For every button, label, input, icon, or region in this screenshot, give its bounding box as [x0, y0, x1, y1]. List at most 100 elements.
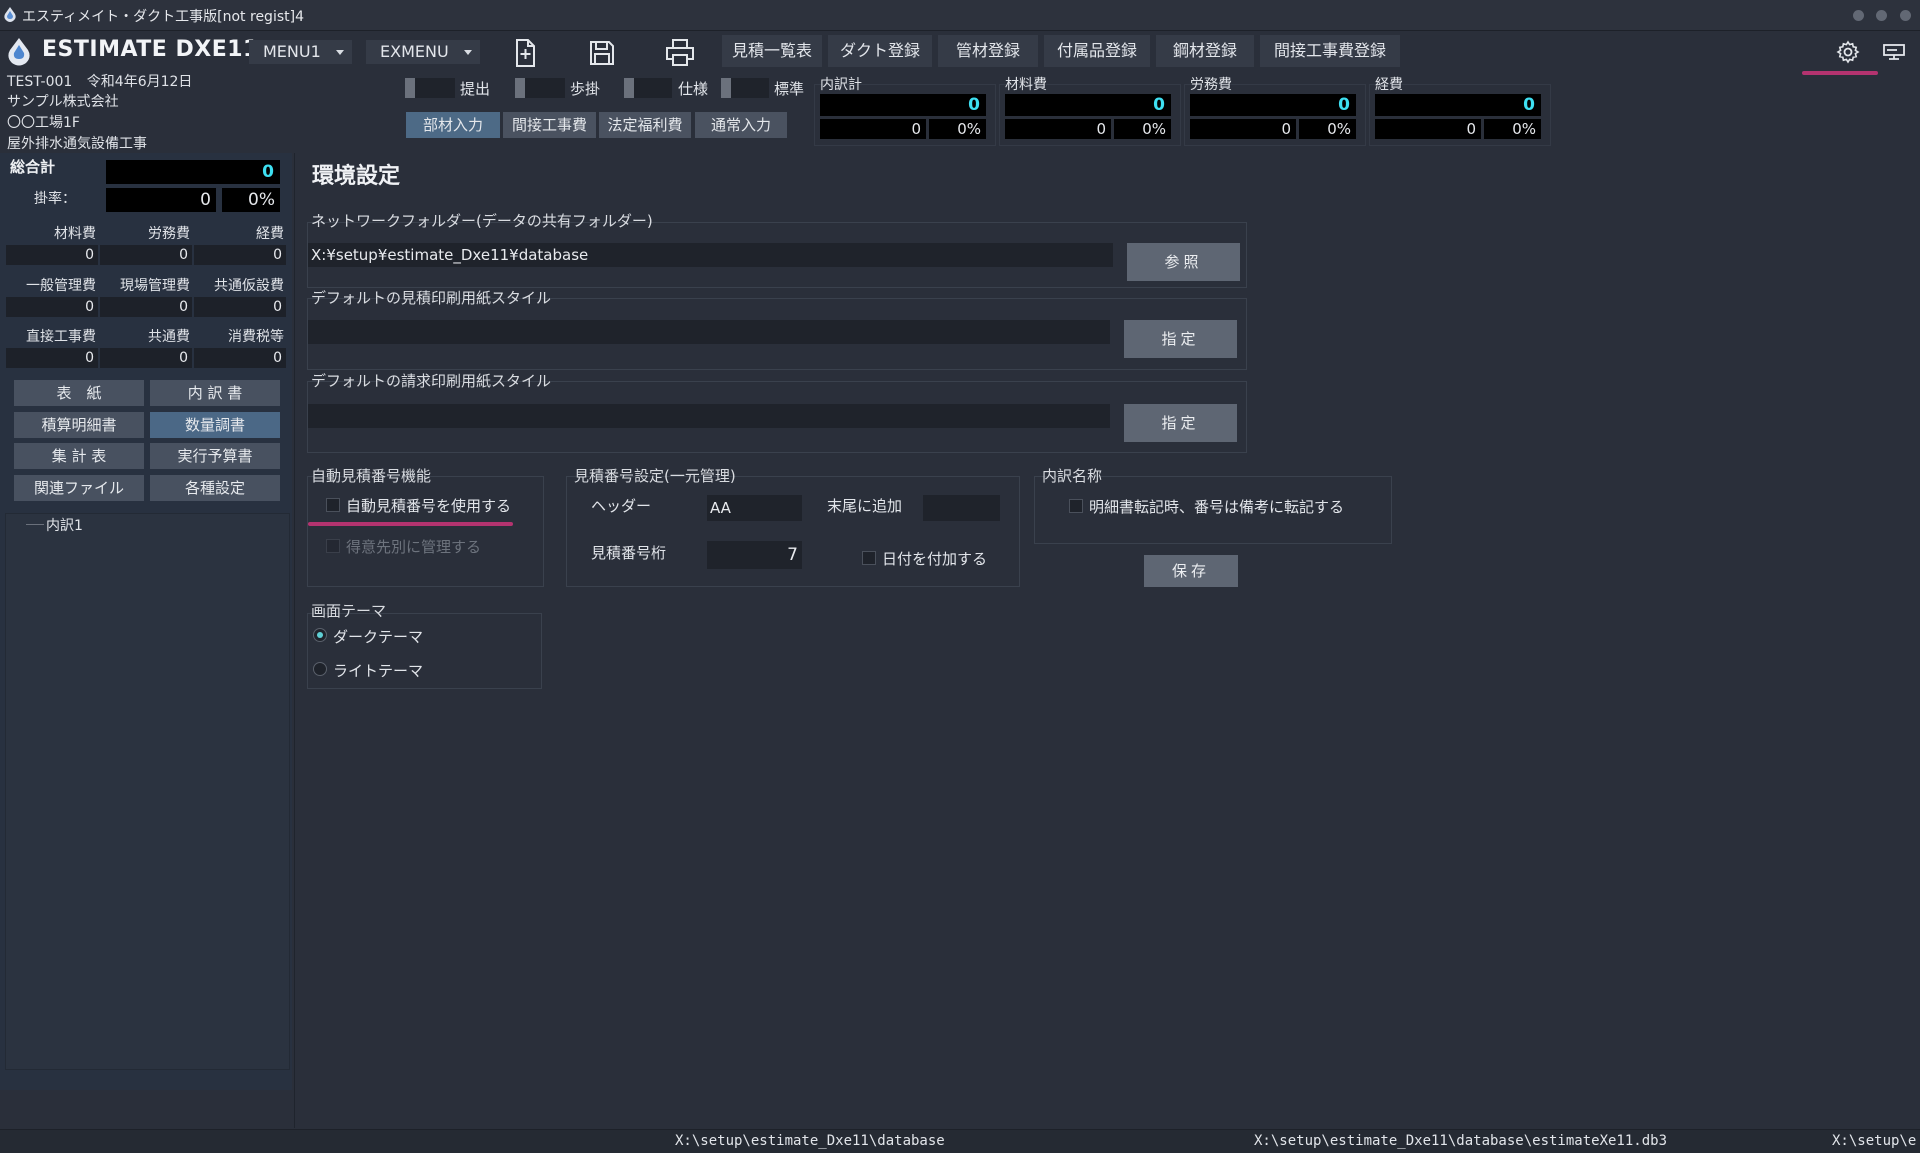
calc-detail-button[interactable]: 積算明細書 — [14, 412, 144, 438]
active-tab-underline — [1802, 71, 1878, 75]
project-code-value: TEST-001 — [7, 74, 73, 90]
grand-total-label: 総合計 — [10, 158, 56, 176]
window-title: エスティメイト・ダクト工事版[not regist]4 — [22, 9, 304, 25]
stat-pct: 0% — [1114, 119, 1171, 139]
transfer-checkbox[interactable] — [1069, 499, 1083, 513]
menu1-dropdown[interactable]: MENU1 — [249, 40, 352, 64]
stat-main-value: 0 — [1190, 94, 1356, 116]
digits-label: 見積番号桁 — [591, 544, 667, 562]
summary-label: 労務費 — [148, 226, 190, 242]
cover-button[interactable]: 表 紙 — [14, 380, 144, 406]
summary-label: 直接工事費 — [26, 329, 96, 345]
print-icon[interactable] — [663, 36, 697, 70]
light-theme-radio[interactable] — [313, 662, 327, 676]
project-date: 令和4年6月12日 — [86, 74, 193, 90]
mode-normal-input[interactable]: 通常入力 — [695, 112, 787, 138]
summary-label: 現場管理費 — [120, 278, 190, 294]
summary-value: 0 — [194, 297, 286, 317]
estimate-style-button[interactable]: 指定 — [1124, 320, 1237, 358]
estimate-list-button[interactable]: 見積一覧表 — [722, 35, 822, 67]
summary-table-button[interactable]: 集 計 表 — [14, 443, 144, 469]
auto-number-group — [307, 476, 544, 587]
dark-theme-radio[interactable] — [313, 628, 327, 642]
duct-register-button[interactable]: ダクト登録 — [828, 35, 932, 67]
summary-value: 0 — [100, 245, 192, 265]
per-client-checkbox[interactable] — [326, 539, 340, 553]
estimate-style-field[interactable] — [308, 320, 1110, 344]
chevron-down-icon — [464, 50, 472, 55]
add-date-checkbox[interactable] — [862, 551, 876, 565]
rate-pct: 0% — [222, 188, 280, 212]
status-path-extra: X:\setup\e — [1832, 1133, 1917, 1149]
minimize-button[interactable] — [1853, 10, 1864, 21]
summary-label: 共通費 — [148, 329, 190, 345]
menu1-label: MENU1 — [263, 42, 321, 61]
stat-sub-value: 0 — [1005, 119, 1111, 139]
mode-parts-input[interactable]: 部材入力 — [406, 112, 500, 138]
stat-main-value: 0 — [1005, 94, 1171, 116]
estimate-style-label: デフォルトの見積印刷用紙スタイル — [311, 289, 552, 307]
steel-register-button[interactable]: 鋼材登録 — [1156, 35, 1254, 67]
highlight-underline — [308, 522, 513, 526]
save-button[interactable]: 保存 — [1144, 555, 1238, 587]
invoice-style-button[interactable]: 指定 — [1124, 404, 1237, 442]
fitting-register-button[interactable]: 付属品登録 — [1044, 35, 1150, 67]
check-spec-label: 仕様 — [678, 80, 709, 98]
project-code: TEST-001 令和4年6月12日 — [7, 71, 192, 91]
suffix-field[interactable] — [923, 495, 1000, 521]
summary-value: 0 — [6, 348, 98, 368]
tree-item[interactable]: 内訳1 — [46, 515, 83, 535]
exmenu-label: EXMENU — [380, 42, 449, 61]
header-field[interactable]: AA — [707, 495, 802, 521]
theme-label: 画面テーマ — [311, 602, 387, 620]
new-file-icon[interactable] — [508, 36, 542, 70]
pipe-register-button[interactable]: 管材登録 — [938, 35, 1038, 67]
stat-label: 材料費 — [1005, 77, 1047, 93]
network-folder-label: ネットワークフォルダー(データの共有フォルダー) — [311, 212, 653, 230]
add-date-label: 日付を付加する — [882, 550, 988, 568]
transfer-label: 明細書転記時、番号は備考に転記する — [1089, 498, 1345, 516]
quantity-report-button[interactable]: 数量調書 — [150, 412, 280, 438]
per-client-label: 得意先別に管理する — [346, 538, 482, 556]
summary-label: 経費 — [256, 226, 284, 242]
summary-value: 0 — [6, 297, 98, 317]
invoice-style-field[interactable] — [308, 404, 1110, 428]
browse-button[interactable]: 参照 — [1127, 243, 1240, 281]
stat-pct: 0% — [929, 119, 986, 139]
mode-welfare-cost[interactable]: 法定福利費 — [599, 112, 691, 138]
status-path-dbfile: X:\setup\estimate_Dxe11\database\estimat… — [1254, 1133, 1668, 1149]
display-settings-icon[interactable] — [1882, 42, 1906, 64]
page-title: 環境設定 — [312, 164, 401, 189]
save-icon[interactable] — [585, 36, 619, 70]
budget-button[interactable]: 実行予算書 — [150, 443, 280, 469]
gear-icon[interactable] — [1836, 40, 1860, 64]
app-name: ESTIMATE DXE11 — [42, 37, 259, 62]
summary-value: 0 — [194, 245, 286, 265]
project-work: 屋外排水通気設備工事 — [7, 136, 147, 152]
app-logo-icon — [8, 38, 30, 66]
breakdown-button[interactable]: 内 訳 書 — [150, 380, 280, 406]
rate-value: 0 — [106, 188, 216, 212]
digits-field[interactable]: 7 — [707, 541, 802, 569]
number-setting-group — [566, 476, 1020, 587]
summary-value: 0 — [100, 348, 192, 368]
network-folder-field[interactable]: X:¥setup¥estimate_Dxe11¥database — [308, 243, 1113, 267]
project-company: サンプル株式会社 — [7, 94, 119, 110]
settings-button[interactable]: 各種設定 — [150, 475, 280, 501]
close-button[interactable] — [1900, 10, 1911, 21]
breakdown-tree — [5, 513, 290, 1070]
dark-theme-label: ダークテーマ — [333, 628, 424, 646]
stat-sub-value: 0 — [1375, 119, 1481, 139]
light-theme-label: ライトテーマ — [333, 662, 424, 680]
auto-number-label: 自動見積番号機能 — [311, 467, 432, 485]
grand-total-value: 0 — [106, 160, 280, 184]
maximize-button[interactable] — [1876, 10, 1887, 21]
related-files-button[interactable]: 関連ファイル — [14, 475, 144, 501]
exmenu-dropdown[interactable]: EXMENU — [366, 40, 480, 64]
chevron-down-icon — [336, 50, 344, 55]
indirect-cost-register-button[interactable]: 間接工事費登録 — [1260, 35, 1400, 67]
stat-label: 経費 — [1375, 77, 1403, 93]
use-auto-number-checkbox[interactable] — [326, 498, 340, 512]
check-rate-label: 歩掛 — [570, 80, 601, 98]
mode-indirect-cost[interactable]: 間接工事費 — [503, 112, 596, 138]
